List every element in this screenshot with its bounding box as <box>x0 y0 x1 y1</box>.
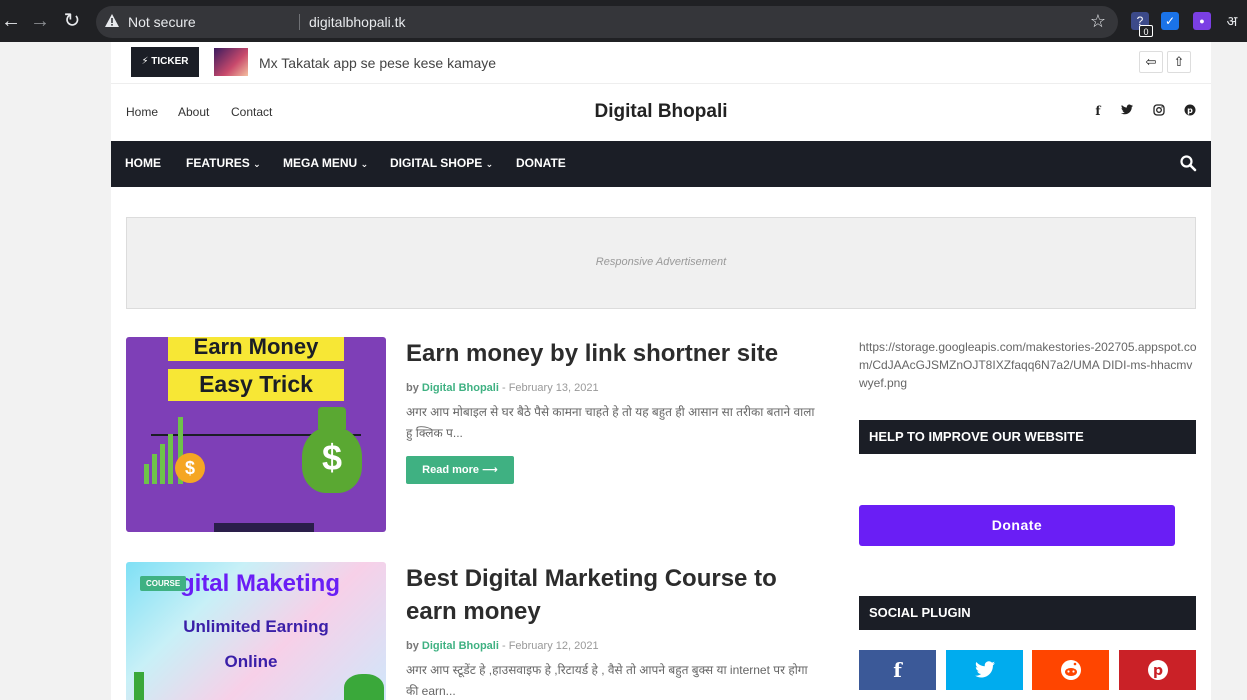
nav-mega-menu[interactable]: MEGA MENU ⌄ <box>283 156 368 170</box>
twitter-share-button[interactable] <box>946 650 1023 690</box>
ticker-label: ⚡ TICKER <box>131 47 199 77</box>
post-thumbnail[interactable]: Earn Money Easy Trick $ $ <box>126 337 386 532</box>
facebook-icon[interactable]: f <box>1090 104 1106 118</box>
main-nav: HOME FEATURES ⌄ MEGA MENU ⌄ DIGITAL SHOP… <box>111 141 1211 187</box>
thumb-base <box>214 523 314 532</box>
security-label[interactable]: Not secure <box>128 14 196 30</box>
pinterest-share-button[interactable]: p <box>1119 650 1196 690</box>
post-thumbnail[interactable]: gital Maketing COURSE Unlimited Earning … <box>126 562 386 700</box>
thumb-bar <box>168 434 173 484</box>
search-icon[interactable] <box>1179 154 1197 172</box>
read-more-button[interactable]: Read more ⟶ <box>406 456 514 484</box>
url-text[interactable]: digitalbhopali.tk <box>309 14 406 30</box>
nav-features[interactable]: FEATURES ⌄ <box>186 156 261 170</box>
help-heading: HELP TO IMPROVE OUR WEBSITE <box>859 420 1196 454</box>
back-arrow-icon[interactable]: ← <box>0 11 22 31</box>
thumb-text: Easy Trick <box>199 371 313 397</box>
post-author[interactable]: Digital Bhopali <box>422 640 499 652</box>
ticker-prev-icon[interactable]: ⇦ <box>1139 51 1163 73</box>
thumb-text: Unlimited Earning <box>183 617 329 636</box>
site-wrapper: ⚡ TICKER Mx Takatak app se pese kese kam… <box>111 42 1211 700</box>
post-meta: by Digital Bhopali - February 12, 2021 <box>406 640 599 652</box>
facebook-share-button[interactable]: f <box>859 650 936 690</box>
post-snippet: अगर आप मोबाइल से घर बैठे पैसे कामना चाहत… <box>406 405 815 440</box>
bolt-icon: ⚡ <box>141 56 149 67</box>
money-bag-top <box>318 407 346 429</box>
ticker-next-icon[interactable]: ⇧ <box>1167 51 1191 73</box>
pinterest-icon: p <box>1147 660 1168 680</box>
chevron-down-icon: ⌄ <box>485 159 494 169</box>
ticker-bar: ⚡ TICKER Mx Takatak app se pese kese kam… <box>111 42 1211 84</box>
browser-toolbar: ← → ↻ Not secure digitalbhopali.tk ☆ ? 0… <box>0 0 1247 42</box>
nav-donate[interactable]: DONATE <box>516 156 566 170</box>
thumb-bar <box>152 454 157 484</box>
nav-features-label: FEATURES <box>186 156 250 170</box>
extension-translate-icon[interactable]: अ <box>1223 12 1241 30</box>
reddit-icon <box>1060 660 1081 680</box>
pinterest-icon[interactable]: p <box>1182 104 1198 119</box>
ad-placeholder[interactable]: Responsive Advertisement <box>126 217 1196 309</box>
donate-button[interactable]: Donate <box>859 505 1175 546</box>
thumb-text: Online <box>224 652 278 671</box>
post-date: - February 13, 2021 <box>501 382 599 394</box>
reload-icon[interactable]: ↻ <box>61 11 83 31</box>
address-bar[interactable]: Not secure digitalbhopali.tk ☆ <box>96 6 1118 38</box>
ad-label: Responsive Advertisement <box>595 256 727 268</box>
extension-purple-icon[interactable]: ● <box>1193 12 1211 30</box>
category-badge[interactable]: COURSE <box>140 576 187 591</box>
ticker-thumbnail[interactable] <box>214 48 248 76</box>
post-title[interactable]: Earn money by link shortner site <box>406 337 826 370</box>
ticker-label-text: TICKER <box>151 56 189 67</box>
thumb-bar <box>144 464 149 484</box>
post-by: by <box>406 640 419 652</box>
post-meta: by Digital Bhopali - February 13, 2021 <box>406 382 599 394</box>
read-more-label: Read more <box>422 464 479 476</box>
site-title[interactable]: Digital Bhopali <box>111 101 1211 123</box>
chevron-down-icon: ⌄ <box>360 159 369 169</box>
instagram-icon[interactable] <box>1151 104 1167 119</box>
chevron-down-icon: ⌄ <box>253 159 261 169</box>
arrow-right-icon: ⟶ <box>482 464 498 476</box>
twitter-icon <box>974 661 995 678</box>
thumb-text: Earn Money <box>193 337 319 359</box>
sidebar-image-link[interactable]: https://storage.googleapis.com/makestori… <box>859 338 1199 392</box>
post-snippet: अगर आप स्टूडेंट हे ,हाउसवाइफ हे ,रिटायर्… <box>406 663 808 698</box>
post-by: by <box>406 382 419 394</box>
svg-text:p: p <box>1187 106 1193 115</box>
post-title[interactable]: Best Digital Marketing Course to earn mo… <box>406 562 826 628</box>
ticker-headline[interactable]: Mx Takatak app se pese kese kamaye <box>259 55 496 71</box>
reddit-share-button[interactable] <box>1032 650 1109 690</box>
nav-digital-shope-label: DIGITAL SHOPE <box>390 156 483 170</box>
site-header: Home About Contact Digital Bhopali f p <box>111 84 1211 141</box>
twitter-icon[interactable] <box>1119 104 1135 118</box>
thumb-arrow <box>134 672 144 700</box>
dollar-icon: $ <box>321 437 343 478</box>
thumb-bar <box>160 444 165 484</box>
omnibox-divider <box>299 14 300 30</box>
nav-digital-shope[interactable]: DIGITAL SHOPE ⌄ <box>390 156 493 170</box>
svg-text:p: p <box>1152 663 1162 679</box>
facebook-icon: f <box>893 658 902 682</box>
post-author[interactable]: Digital Bhopali <box>422 382 499 394</box>
nav-mega-menu-label: MEGA MENU <box>283 156 358 170</box>
extension-badge: 0 <box>1139 25 1153 37</box>
forward-arrow-icon[interactable]: → <box>29 11 51 31</box>
extension-check-icon[interactable]: ✓ <box>1161 12 1179 30</box>
social-plugin-heading: SOCIAL PLUGIN <box>859 596 1196 630</box>
nav-home[interactable]: HOME <box>125 156 161 170</box>
post-date: - February 12, 2021 <box>501 640 599 652</box>
bookmark-star-icon[interactable]: ☆ <box>1090 11 1106 32</box>
coin-icon: $ <box>175 453 205 483</box>
warning-icon <box>105 14 119 27</box>
money-bag-icon <box>344 674 384 700</box>
